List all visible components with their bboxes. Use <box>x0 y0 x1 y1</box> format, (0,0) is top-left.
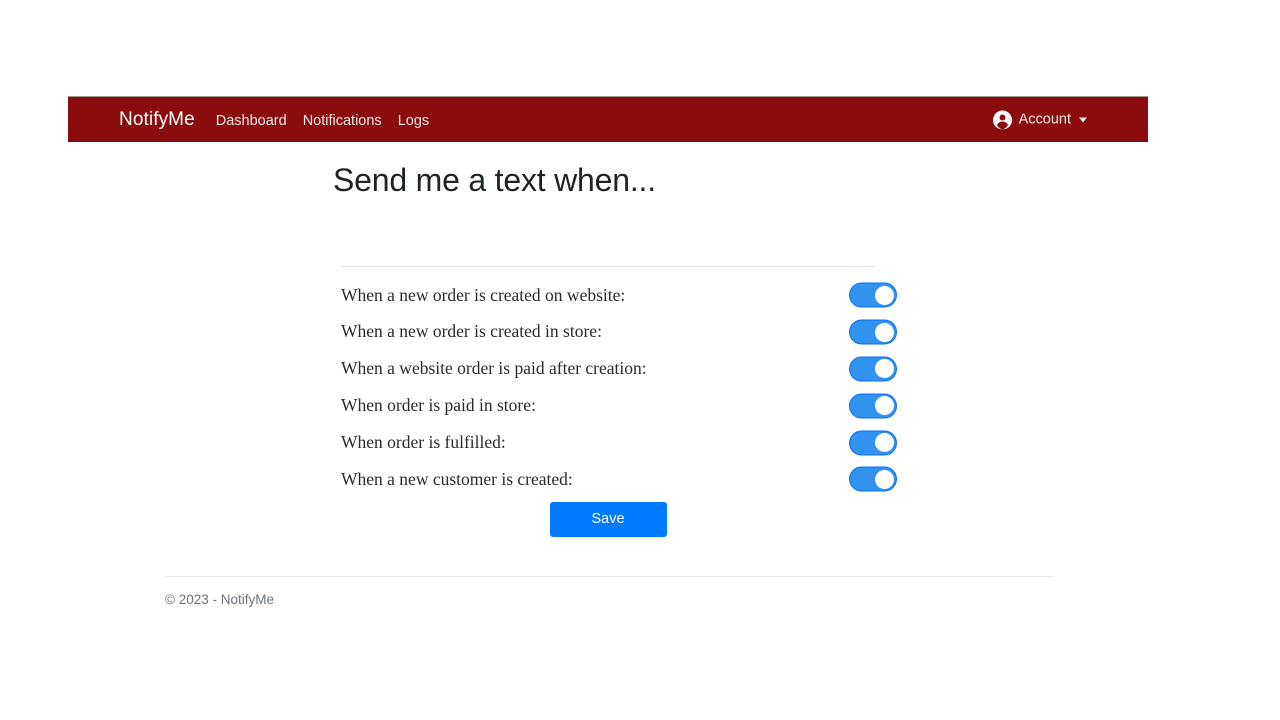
top-navbar: NotifyMe Dashboard Notifications Logs Ac… <box>68 96 1148 142</box>
setting-row: When a new order is created on website: <box>341 277 897 314</box>
toggle-knob <box>875 433 894 453</box>
navbar-left-group: NotifyMe Dashboard Notifications Logs <box>68 109 429 131</box>
setting-label: When order is paid in store: <box>341 395 536 416</box>
account-label: Account <box>1018 111 1071 128</box>
page-footer: © 2023 - NotifyMe <box>165 576 1053 609</box>
notification-settings-list: When a new order is created on website: … <box>341 277 897 498</box>
toggle-knob <box>875 322 894 342</box>
toggle-new-order-website[interactable] <box>849 282 897 308</box>
footer-copyright: © 2023 - NotifyMe <box>165 592 274 607</box>
person-circle-icon <box>992 110 1012 129</box>
page-title: Send me a text when... <box>333 162 656 198</box>
navbar-right-group: Account <box>992 110 1087 129</box>
setting-label: When order is fulfilled: <box>341 431 506 452</box>
toggle-website-order-paid[interactable] <box>849 356 897 382</box>
nav-link-notifications[interactable]: Notifications <box>303 113 382 129</box>
account-menu-button[interactable]: Account <box>992 110 1087 129</box>
toggle-new-customer[interactable] <box>849 466 897 492</box>
setting-label: When a new order is created on website: <box>341 284 626 305</box>
toggle-knob <box>875 285 894 305</box>
save-button[interactable]: Save <box>549 502 667 537</box>
setting-row: When a website order is paid after creat… <box>341 351 897 388</box>
nav-link-logs[interactable]: Logs <box>398 113 429 129</box>
brand-logo[interactable]: NotifyMe <box>119 109 195 131</box>
setting-row: When order is fulfilled: <box>341 424 897 461</box>
browser-page: NotifyMe Dashboard Notifications Logs Ac… <box>68 96 1148 607</box>
setting-label: When a new order is created in store: <box>341 321 602 342</box>
setting-label: When a new customer is created: <box>341 468 573 489</box>
save-button-container: Save <box>341 502 875 537</box>
nav-link-dashboard[interactable]: Dashboard <box>216 113 287 129</box>
setting-row: When a new customer is created: <box>341 461 897 498</box>
toggle-knob <box>875 396 894 416</box>
setting-row: When a new order is created in store: <box>341 314 897 351</box>
setting-row: When order is paid in store: <box>341 387 897 424</box>
toggle-new-order-store[interactable] <box>849 319 897 345</box>
toggle-knob <box>875 359 894 379</box>
chevron-down-icon <box>1079 117 1087 122</box>
setting-label: When a website order is paid after creat… <box>341 358 647 379</box>
toggle-order-paid-store[interactable] <box>849 393 897 419</box>
toggle-knob <box>875 469 894 489</box>
title-divider <box>341 266 875 267</box>
toggle-order-fulfilled[interactable] <box>849 430 897 456</box>
screenshot-viewport: NotifyMe Dashboard Notifications Logs Ac… <box>0 0 1280 720</box>
